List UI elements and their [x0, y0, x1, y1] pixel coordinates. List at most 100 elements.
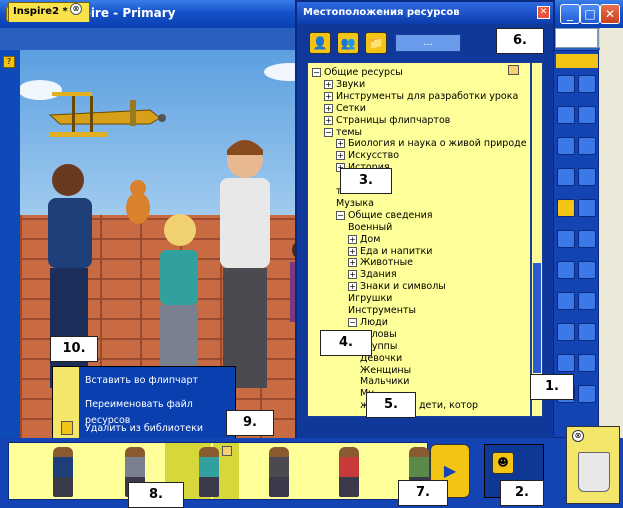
- callout-8: 8.: [128, 482, 184, 508]
- tree-item-label: Здания: [360, 269, 397, 281]
- menu-item-delete[interactable]: Удалить из библиотеки: [85, 421, 203, 437]
- export-icon[interactable]: [578, 137, 596, 155]
- resource-library-icon[interactable]: ☻: [492, 452, 514, 474]
- media-icon[interactable]: [557, 354, 575, 372]
- tree-item-label: Знаки и символы: [360, 281, 446, 293]
- expand-icon[interactable]: +: [348, 258, 357, 268]
- expand-icon[interactable]: +: [336, 139, 345, 149]
- browser-pin-icon[interactable]: ?: [3, 56, 15, 68]
- left-lower-bar: [0, 370, 18, 440]
- callout-9: 9.: [226, 410, 274, 436]
- collapse-icon[interactable]: −: [324, 127, 333, 137]
- expand-icon[interactable]: +: [324, 79, 333, 89]
- scissors-icon[interactable]: [557, 323, 575, 341]
- tree-item-label: Инструменты: [348, 305, 416, 316]
- expand-icon[interactable]: +: [348, 282, 357, 292]
- resource-thumbnails[interactable]: [8, 442, 429, 500]
- select-arrow-icon[interactable]: [557, 199, 575, 217]
- dialog-close-button[interactable]: ✕: [537, 6, 550, 19]
- tree-item-label: Звуки: [336, 78, 366, 90]
- tree-item-label: темы: [336, 126, 363, 138]
- tree-item-label: Животные: [360, 257, 413, 269]
- document-tab-label: Inspire2 *: [13, 6, 68, 17]
- person-thumbnail[interactable]: [199, 447, 219, 497]
- profile-icon[interactable]: [557, 75, 575, 93]
- menu-item-insert[interactable]: Вставить во флипчарт: [85, 373, 198, 389]
- redo-icon[interactable]: [578, 385, 596, 403]
- person-thumbnail[interactable]: [53, 447, 73, 497]
- expand-icon[interactable]: +: [324, 115, 333, 125]
- dialog-title: Местоположения ресурсов: [303, 7, 460, 18]
- tree-scroll-thumb[interactable]: [533, 263, 541, 373]
- tree-item-label: Общие сведения: [348, 209, 433, 221]
- callout-2: 2.: [500, 480, 544, 506]
- right-edge-strip: [600, 28, 623, 438]
- tree-item-label: Женщины: [360, 364, 412, 376]
- expand-icon[interactable]: +: [348, 246, 357, 256]
- tree-item-label: Еда и напитки: [360, 245, 433, 257]
- callout-1: 1.: [530, 374, 574, 400]
- tree-item-label: Люди: [360, 316, 388, 328]
- tree-item-label: Искусство: [348, 150, 400, 162]
- tree-item-label: Сетки: [336, 102, 366, 114]
- tree-item-label: Общие ресурсы: [324, 67, 403, 78]
- folder-icon[interactable]: 📁: [365, 32, 387, 54]
- page-icon[interactable]: [578, 354, 596, 372]
- library-icon[interactable]: [508, 65, 519, 75]
- tree-item-label: Дом: [360, 233, 381, 245]
- collapse-icon[interactable]: −: [336, 210, 345, 220]
- contacts-icon[interactable]: [578, 75, 596, 93]
- tree-item-label: Мальчики: [360, 376, 410, 388]
- toolbox-header[interactable]: [556, 54, 598, 68]
- user-icon[interactable]: 👤: [309, 32, 331, 54]
- eraser-icon[interactable]: [557, 292, 575, 310]
- copy-icon[interactable]: [557, 137, 575, 155]
- clock-icon[interactable]: [578, 168, 596, 186]
- maximize-button[interactable]: □: [580, 4, 600, 24]
- expand-icon[interactable]: +: [324, 91, 333, 101]
- person-thumbnail[interactable]: [269, 447, 289, 497]
- tools-icon[interactable]: [578, 106, 596, 124]
- users-icon[interactable]: 👥: [337, 32, 359, 54]
- tree-item-label: Военный: [348, 221, 393, 233]
- callout-3: 3.: [340, 168, 392, 194]
- callout-7: 7.: [398, 480, 448, 506]
- document-tab-close-icon[interactable]: ⊗: [70, 3, 82, 15]
- minimize-button[interactable]: _: [560, 4, 580, 24]
- tree-scrollbar[interactable]: [531, 62, 543, 417]
- trash-icon[interactable]: [578, 452, 610, 492]
- airplane-image: [48, 92, 166, 137]
- play-icon[interactable]: [557, 168, 575, 186]
- expand-icon[interactable]: +: [336, 151, 345, 161]
- collapse-icon[interactable]: −: [312, 68, 321, 77]
- menu-item-rename[interactable]: Переименовать файл ресурсов: [85, 397, 235, 426]
- collapse-icon[interactable]: −: [348, 317, 357, 327]
- callout-10: 10.: [50, 336, 98, 362]
- callout-4: 4.: [320, 330, 372, 356]
- resource-locations-dialog: Местоположения ресурсов ✕ 👤 👥 📁 ... − Общ…: [295, 0, 555, 440]
- expand-icon[interactable]: +: [348, 234, 357, 244]
- expand-icon[interactable]: +: [348, 270, 357, 280]
- trash-panel-close-icon[interactable]: ⊗: [572, 430, 584, 442]
- library-icon[interactable]: [222, 446, 232, 456]
- trash-icon: [61, 421, 73, 435]
- pen-tool-icon[interactable]: [578, 199, 596, 217]
- shape-icon[interactable]: [557, 261, 575, 279]
- connector-icon[interactable]: [578, 261, 596, 279]
- callout-5: 5.: [366, 392, 416, 418]
- text-icon[interactable]: [578, 292, 596, 310]
- highlighter-icon[interactable]: [578, 323, 596, 341]
- context-menu: Вставить во флипчарт Переименовать файл …: [52, 366, 236, 440]
- tree-item-label: Музыка: [336, 197, 374, 209]
- screen-icon[interactable]: [557, 106, 575, 124]
- page-combo[interactable]: [555, 28, 598, 48]
- expand-icon[interactable]: +: [324, 103, 333, 113]
- resource-tree[interactable]: − Общие ресурсы + Звуки + Инструменты для раз…: [307, 62, 531, 417]
- marker-icon[interactable]: [557, 230, 575, 248]
- browse-button[interactable]: ...: [395, 34, 461, 52]
- tree-item-label: Страницы флипчартов: [336, 114, 451, 126]
- close-button[interactable]: ✕: [600, 4, 620, 24]
- tree-item-label: Биология и наука о живой природе: [348, 138, 527, 150]
- fill-icon[interactable]: [578, 230, 596, 248]
- person-thumbnail[interactable]: [339, 447, 359, 497]
